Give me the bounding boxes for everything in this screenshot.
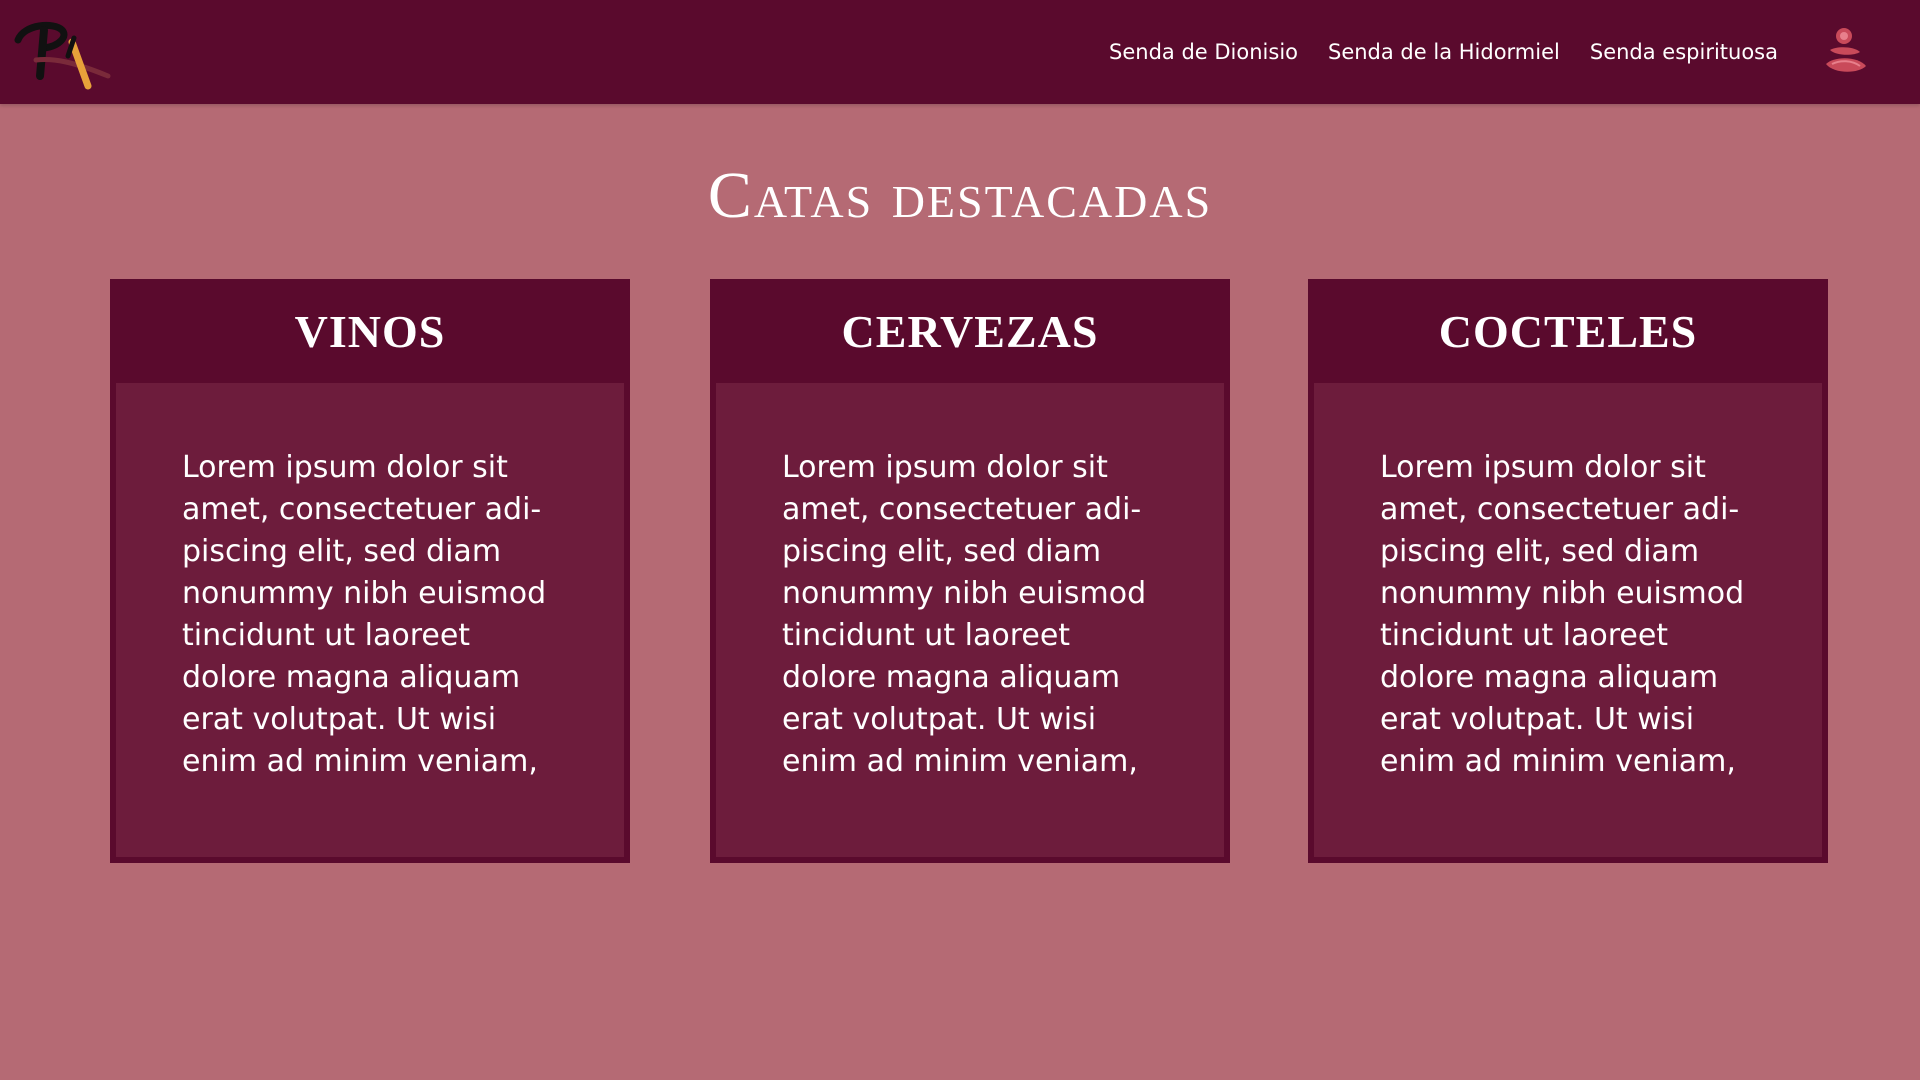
card-cocteles[interactable]: COCTELES Lorem ipsum dolor sit amet, con… (1308, 279, 1828, 863)
card-title: CERVEZAS (841, 305, 1099, 357)
user-icon[interactable] (1822, 26, 1868, 78)
card-body: Lorem ipsum dolor sit amet, consectetuer… (116, 383, 624, 857)
card-description: Lorem ipsum dolor sit amet, consectetuer… (1380, 450, 1745, 779)
card-body: Lorem ipsum dolor sit amet, consectetuer… (716, 383, 1224, 857)
brand-logo[interactable] (14, 18, 114, 90)
page-title: Catas destacadas (707, 159, 1213, 232)
card-description: Lorem ipsum dolor sit amet, consectetuer… (182, 450, 547, 779)
nav-link-senda-de-dionisio[interactable]: Senda de Dionisio (1109, 40, 1298, 64)
card-description: Lorem ipsum dolor sit amet, consectetuer… (782, 450, 1147, 779)
card-title: VINOS (294, 305, 446, 357)
main-nav: Senda de Dionisio Senda de la Hidormiel … (1109, 0, 1778, 104)
top-navbar: Senda de Dionisio Senda de la Hidormiel … (0, 0, 1920, 104)
logo-icon (14, 21, 111, 90)
card-vinos[interactable]: VINOS Lorem ipsum dolor sit amet, consec… (110, 279, 630, 863)
nav-link-senda-de-la-hidormiel[interactable]: Senda de la Hidormiel (1328, 40, 1560, 64)
nav-link-senda-espirituosa[interactable]: Senda espirituosa (1590, 40, 1778, 64)
card-title: COCTELES (1438, 305, 1698, 357)
card-cervezas[interactable]: CERVEZAS Lorem ipsum dolor sit amet, con… (710, 279, 1230, 863)
card-body: Lorem ipsum dolor sit amet, consectetuer… (1314, 383, 1822, 857)
